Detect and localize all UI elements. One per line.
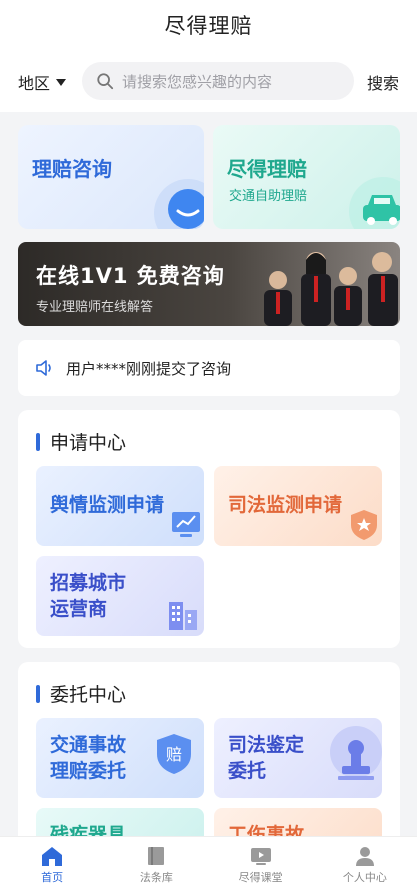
tab-label: 法条库 (139, 870, 173, 884)
bottom-tab-bar: 首页 法条库 尽得课堂 个人中心 (0, 836, 417, 892)
monitor-chart-icon (172, 512, 200, 537)
tile-label-line2: 理赔委托 (50, 760, 127, 782)
search-button[interactable]: 搜索 (367, 70, 399, 94)
tile-label-line2: 运营商 (50, 598, 108, 620)
search-icon (97, 73, 114, 90)
city-operator-tile[interactable]: 招募城市 运营商 (36, 556, 204, 636)
shield-badge-text: 赔 (166, 745, 182, 764)
chat-bubble-icon (154, 179, 204, 229)
consult-banner[interactable]: 在线1V1 免费咨询 专业理赔师在线解答 (18, 242, 400, 326)
public-opinion-monitor-tile[interactable]: 舆情监测申请 (36, 466, 204, 546)
tile-label: 舆情监测申请 (50, 494, 165, 516)
claim-card-title: 尽得理赔 (227, 157, 307, 181)
user-icon (355, 846, 374, 866)
consult-card[interactable]: 理赔咨询 (18, 125, 204, 229)
caret-down-icon (56, 78, 67, 86)
entrust-center-panel: 委托中心 交通事故 理赔委托 赔 司法鉴定 委托 残疾器具 工伤事故 (18, 662, 400, 888)
shield-compensation-icon: 赔 (157, 734, 191, 774)
consult-card-title: 理赔咨询 (32, 157, 112, 181)
tile-label: 交通事故 (50, 734, 127, 756)
car-icon (349, 177, 400, 229)
entrust-center-header: 委托中心 (36, 680, 126, 707)
book-icon (148, 846, 165, 865)
judicial-monitor-tile[interactable]: 司法监测申请 (214, 466, 382, 546)
section-accent-bar (36, 432, 40, 451)
apply-center-header: 申请中心 (36, 428, 126, 455)
tab-home[interactable]: 首页 (0, 837, 104, 892)
notice-bar[interactable]: 用户****刚刚提交了咨询 (18, 340, 400, 396)
top-bar: 尽得理赔 地区 请搜索您感兴趣的内容 搜索 (0, 0, 417, 112)
speaker-icon (36, 360, 51, 376)
tile-label: 司法监测申请 (228, 494, 343, 516)
tab-profile[interactable]: 个人中心 (313, 837, 417, 892)
video-icon (250, 847, 271, 865)
tile-label: 司法鉴定 (228, 734, 305, 756)
tile-label-line2: 委托 (228, 760, 267, 782)
tab-label: 首页 (41, 870, 64, 884)
home-icon (42, 846, 63, 866)
banner-title: 在线1V1 免费咨询 (36, 264, 225, 288)
page-title: 尽得理赔 (164, 14, 253, 38)
tab-classroom[interactable]: 尽得课堂 (209, 837, 313, 892)
tab-label: 个人中心 (342, 870, 387, 884)
apply-center-panel: 申请中心 舆情监测申请 司法监测申请 招募城市 运营商 (18, 410, 400, 648)
search-placeholder: 请搜索您感兴趣的内容 (122, 72, 273, 91)
traffic-accident-entrust-tile[interactable]: 交通事故 理赔委托 赔 (36, 718, 204, 798)
region-label: 地区 (18, 74, 51, 93)
building-icon (169, 602, 197, 630)
tile-label: 招募城市 (50, 572, 127, 594)
claim-card-subtitle: 交通自助理赔 (229, 189, 308, 204)
notice-text: 用户****刚刚提交了咨询 (66, 359, 232, 378)
shield-star-icon (351, 510, 377, 540)
judicial-appraisal-entrust-tile[interactable]: 司法鉴定 委托 (214, 718, 382, 798)
section-accent-bar (36, 684, 40, 703)
banner-subtitle: 专业理赔师在线解答 (36, 300, 154, 315)
tab-label: 尽得课堂 (238, 870, 283, 884)
search-input[interactable]: 请搜索您感兴趣的内容 (82, 62, 354, 100)
stamp-icon (330, 726, 382, 780)
apply-center-title: 申请中心 (50, 432, 127, 454)
entrust-center-title: 委托中心 (50, 684, 127, 706)
tab-law-library[interactable]: 法条库 (104, 837, 208, 892)
lawyers-photo (264, 252, 398, 326)
claim-card[interactable]: 尽得理赔 交通自助理赔 (213, 125, 400, 229)
region-selector[interactable]: 地区 (18, 70, 67, 94)
